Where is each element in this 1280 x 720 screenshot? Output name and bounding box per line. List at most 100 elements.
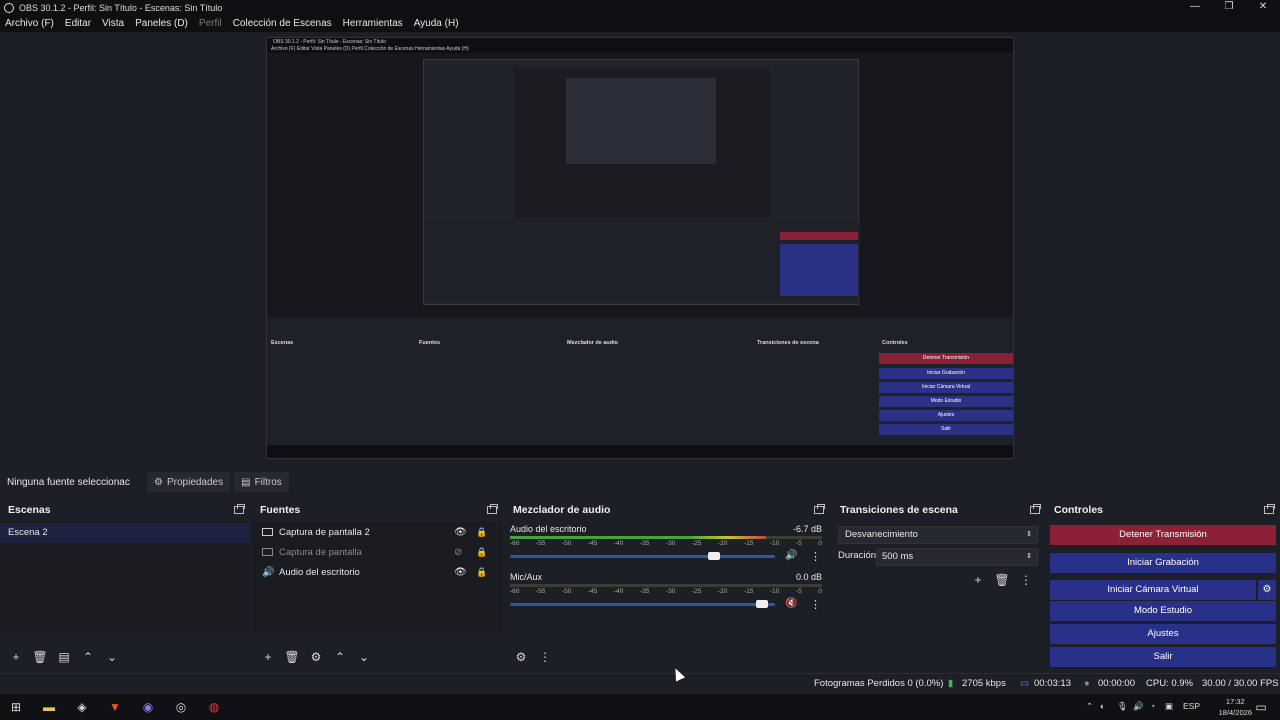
undock-icon[interactable]	[1030, 504, 1041, 514]
microphone-icon[interactable]: 🎙	[1117, 701, 1128, 712]
add-scene-button[interactable]: +	[4, 647, 28, 667]
source-name: Captura de pantalla 2	[279, 526, 370, 538]
duration-field[interactable]: 500 ms ⇕	[876, 548, 1038, 566]
brave-browser-icon[interactable]: ▼	[107, 699, 123, 715]
speaker-muted-icon[interactable]: 🔇	[785, 598, 797, 609]
add-source-button[interactable]: +	[256, 647, 280, 667]
eye-icon[interactable]: 👁	[454, 567, 467, 578]
advanced-audio-button[interactable]: ⚙	[509, 647, 533, 667]
lock-icon[interactable]: 🔒	[476, 547, 487, 558]
move-down-button[interactable]: ⌄	[100, 647, 124, 667]
mixer-title: Mezclador de audio	[513, 504, 611, 516]
volume-slider[interactable]	[510, 555, 775, 558]
menu-vista[interactable]: Vista	[102, 18, 124, 29]
tick-label: -35	[640, 588, 650, 595]
preview-btn-settings: Ajustes	[879, 410, 1013, 421]
chevron-updown-icon: ⇕	[1026, 531, 1032, 538]
move-up-button[interactable]: ⌃	[76, 647, 100, 667]
menu-coleccion-escenas[interactable]: Colección de Escenas	[233, 18, 332, 29]
move-up-button[interactable]: ⌃	[328, 647, 352, 667]
menu-herramientas[interactable]: Herramientas	[343, 18, 403, 29]
close-button[interactable]: ✕	[1246, 0, 1280, 15]
source-name: Audio del escritorio	[279, 566, 360, 578]
undock-icon[interactable]	[234, 504, 245, 514]
menu-editar[interactable]: Editar	[65, 18, 91, 29]
source-properties-button[interactable]: ⚙	[304, 647, 328, 667]
tick-label: -60	[510, 588, 520, 595]
eye-icon[interactable]: 👁	[454, 527, 467, 538]
tick-label: -60	[510, 540, 520, 547]
scene-filters-button[interactable]: ▤	[52, 647, 76, 667]
kebab-menu-icon[interactable]: ⋮	[1014, 570, 1038, 590]
menu-archivo[interactable]: Archivo (F)	[5, 18, 54, 29]
tray-app-icon[interactable]: ▣	[1165, 701, 1173, 712]
file-explorer-icon[interactable]: ▬	[41, 699, 57, 715]
studio-mode-button[interactable]: Modo Estudio	[1050, 601, 1276, 621]
add-transition-button[interactable]: +	[966, 570, 990, 590]
preview-btn-studio: Modo Estudio	[879, 396, 1013, 407]
undock-icon[interactable]	[1264, 504, 1275, 514]
menu-bar: Archivo (F) Editar Vista Paneles (D) Per…	[0, 15, 1280, 32]
eye-hidden-icon[interactable]: ⊘	[454, 547, 462, 558]
tick-label: -20	[718, 540, 728, 547]
start-virtual-camera-button[interactable]: Iniciar Cámara Virtual	[1050, 580, 1256, 600]
exit-button[interactable]: Salir	[1050, 647, 1276, 667]
start-recording-button[interactable]: Iniciar Grabación	[1050, 553, 1276, 573]
language-indicator[interactable]: ESP	[1183, 701, 1200, 711]
kebab-menu-icon[interactable]: ⋮	[810, 550, 821, 563]
move-down-button[interactable]: ⌄	[352, 647, 376, 667]
app-icon[interactable]: ◎	[173, 699, 189, 715]
virtual-camera-settings-button[interactable]: ⚙	[1258, 580, 1276, 600]
kebab-menu-icon[interactable]: ⋮	[810, 598, 821, 611]
remove-transition-button[interactable]: 🗑	[990, 570, 1014, 590]
remove-scene-button[interactable]: 🗑	[28, 647, 52, 667]
stream-icon: ▭	[1020, 678, 1029, 689]
menu-paneles[interactable]: Paneles (D)	[135, 18, 188, 29]
filters-button[interactable]: ▤ Filtros	[234, 472, 289, 492]
lock-icon[interactable]: 🔒	[476, 527, 487, 538]
tick-label: -5	[796, 540, 802, 547]
tray-chevron-icon[interactable]: ⌃	[1086, 701, 1093, 712]
preview-btn-exit: Salir	[879, 424, 1013, 435]
notifications-icon[interactable]: ▭	[1253, 699, 1269, 715]
speaker-icon[interactable]: 🔊	[785, 550, 797, 561]
mixer-footer: ⚙ ⋮	[505, 643, 830, 671]
no-source-label: Ninguna fuente seleccionac	[7, 476, 130, 488]
stop-streaming-button[interactable]: Detener Transmisión	[1050, 525, 1276, 545]
windows-start-icon[interactable]: ⊞	[8, 699, 24, 715]
obs-taskbar-icon[interactable]: ◍	[206, 699, 222, 715]
network-icon[interactable]: ◔	[1150, 701, 1155, 711]
remove-source-button[interactable]: 🗑	[280, 647, 304, 667]
menu-perfil[interactable]: Perfil	[199, 18, 222, 29]
sources-list: Captura de pantalla 2 👁 🔒 Captura de pan…	[252, 522, 503, 632]
minimize-button[interactable]: —	[1178, 0, 1212, 15]
volume-knob[interactable]	[708, 552, 721, 560]
source-item[interactable]: 🔊 Audio del escritorio 👁 🔒	[252, 562, 503, 582]
properties-button[interactable]: ⚙ Propiedades	[147, 472, 231, 492]
scenes-list: Escena 2	[0, 522, 250, 632]
menu-ayuda[interactable]: Ayuda (H)	[414, 18, 459, 29]
app-icon[interactable]: ◈	[74, 699, 90, 715]
undock-icon[interactable]	[814, 504, 825, 514]
source-item[interactable]: Captura de pantalla ⊘ 🔒	[252, 542, 503, 562]
transition-select[interactable]: Desvanecimiento ⇕	[838, 526, 1038, 544]
lock-icon[interactable]: 🔒	[476, 567, 487, 578]
kebab-menu-icon[interactable]: ⋮	[533, 647, 557, 667]
preview-nested-title: OBS 30.1.2 - Perfil: Sin Título - Escena…	[267, 38, 1013, 46]
volume-knob[interactable]	[755, 600, 768, 608]
spin-icon[interactable]: ⇕	[1026, 549, 1032, 565]
taskbar-clock[interactable]: 17:32 18/4/2026	[1219, 696, 1252, 718]
scene-item[interactable]: Escena 2	[0, 523, 250, 543]
maximize-button[interactable]: ❐	[1212, 0, 1246, 15]
source-item[interactable]: Captura de pantalla 2 👁 🔒	[252, 522, 503, 542]
discord-icon[interactable]: ◉	[140, 699, 156, 715]
tick-label: -25	[692, 540, 702, 547]
preview-canvas[interactable]: OBS 30.1.2 - Perfil: Sin Título - Escena…	[266, 37, 1014, 459]
duration-value: 500 ms	[882, 551, 914, 562]
volume-slider[interactable]	[510, 603, 775, 606]
tray-app-icon[interactable]: ◐	[1100, 701, 1105, 711]
tick-label: -5	[796, 588, 802, 595]
settings-button[interactable]: Ajustes	[1050, 624, 1276, 644]
undock-icon[interactable]	[487, 504, 498, 514]
volume-icon[interactable]: 🔊	[1133, 701, 1144, 712]
